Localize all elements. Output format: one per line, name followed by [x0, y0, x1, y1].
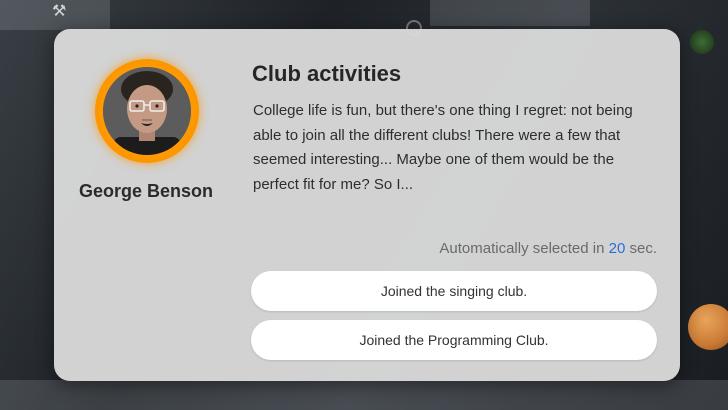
avatar-ring — [95, 59, 199, 163]
tools-icon: ⚒ — [52, 1, 67, 20]
timer-prefix: Automatically selected in — [439, 240, 609, 257]
npc-name: George Benson — [78, 181, 214, 201]
dialog-body: College life is fun, but there's one thi… — [253, 102, 633, 193]
background-wall — [430, 0, 590, 26]
dialog-title: Club activities — [252, 61, 402, 86]
npc-portrait — [103, 67, 191, 155]
basketball-icon — [688, 304, 728, 350]
timer-suffix: sec. — [625, 240, 657, 257]
background-wall — [0, 380, 728, 410]
choice-label: Joined the singing club. — [380, 283, 528, 299]
plant-icon — [690, 30, 714, 54]
timer-seconds: 20 — [608, 240, 626, 257]
auto-select-timer: Automatically selected in 20 sec. — [439, 240, 657, 257]
choice-label: Joined the Programming Club. — [359, 332, 549, 348]
choice-programming-club-button[interactable]: Joined the Programming Club. — [251, 320, 657, 360]
dialog-panel: George Benson Club activities College li… — [54, 29, 680, 381]
choice-singing-club-button[interactable]: Joined the singing club. — [251, 271, 657, 311]
npc-avatar — [103, 67, 191, 155]
game-scene: ⚒ George Benson Club activities College … — [0, 0, 728, 410]
